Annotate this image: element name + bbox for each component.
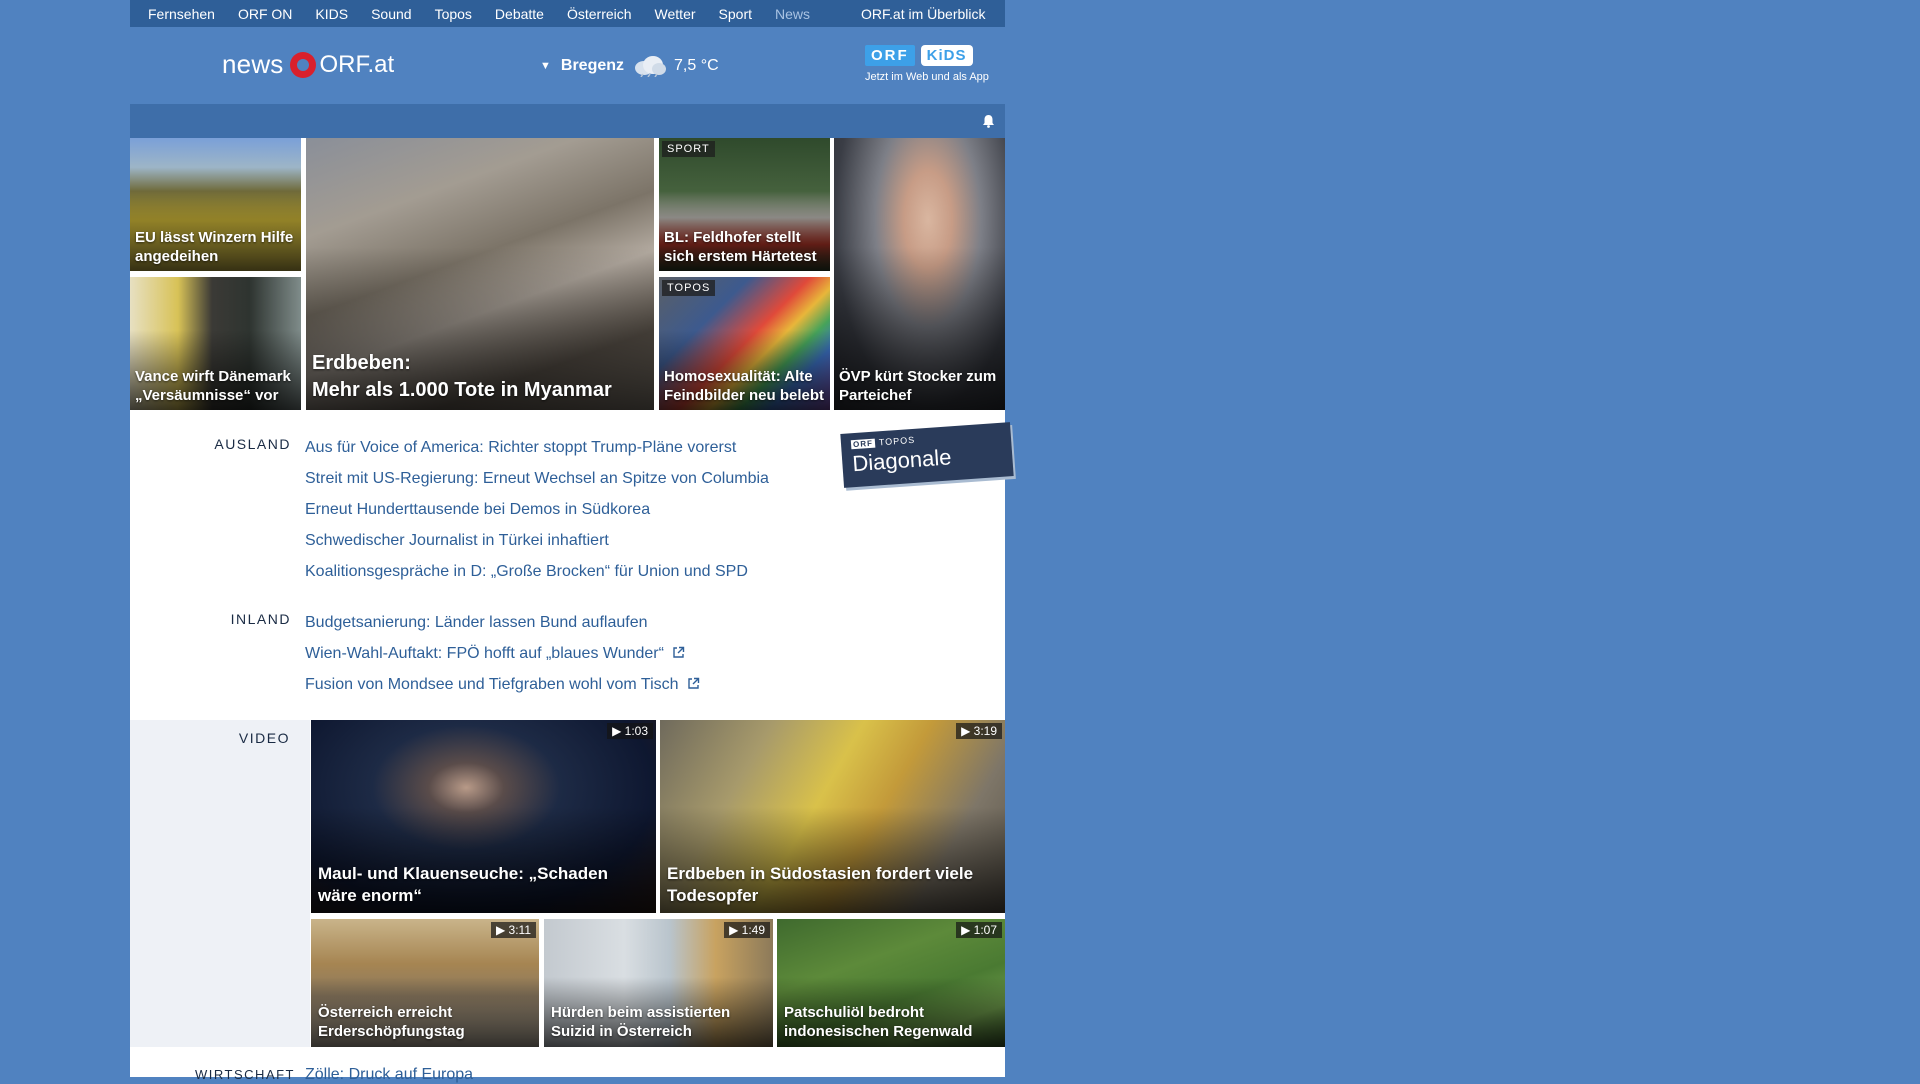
orf-kids-promo[interactable]: ORF KiDS Jetzt im Web und als App	[865, 45, 1005, 83]
headline-link[interactable]: Budgetsanierung: Länder lassen Bund aufl…	[305, 607, 700, 638]
video-tile-erdbeben[interactable]: ▶ 3:19 Erdbeben in Südostasien fordert v…	[660, 720, 1005, 913]
nav-item-overview[interactable]: ORF.at im Überblick	[861, 6, 985, 22]
diagonale-orf: ORF	[850, 438, 876, 449]
orf-ring-icon	[289, 51, 316, 78]
site-header: news ORF.at ▼ Bregenz 7,5 °C ORF KiDS Je…	[130, 27, 1005, 104]
headline-link[interactable]: Zölle: Druck auf Europa	[305, 1066, 473, 1084]
nav-item-kids[interactable]: KIDS	[315, 6, 348, 22]
teaser-homosexualitaet[interactable]: TOPOS Homosexualität: Alte Feindbilder n…	[659, 277, 830, 410]
logo-news-text: news	[222, 49, 284, 79]
logo-orfat-text: ORF.at	[319, 50, 395, 78]
teaser-caption: ÖVP kürt Stocker zum Parteichef	[839, 368, 997, 404]
video-duration: ▶ 1:07	[956, 922, 1002, 938]
video-tile-erderschoepfung[interactable]: ▶ 3:11 Österreich erreicht Erderschöpfun…	[311, 919, 539, 1047]
video-duration: ▶ 3:11	[490, 922, 536, 938]
headline-link[interactable]: Schwedischer Journalist in Türkei inhaft…	[305, 525, 769, 556]
category-tag: TOPOS	[662, 280, 716, 296]
video-tile-patschuli[interactable]: ▶ 1:07 Patschuliöl bedroht indonesischen…	[777, 919, 1005, 1047]
category-tag: SPORT	[662, 141, 715, 157]
headline-link[interactable]: Wien-Wahl-Auftakt: FPÖ hofft auf „blaues…	[305, 638, 700, 669]
section-label: VIDEO	[238, 730, 290, 746]
section-label: INLAND	[230, 611, 291, 627]
nav-item-debatte[interactable]: Debatte	[495, 6, 544, 22]
headline-list: Budgetsanierung: Länder lassen Bund aufl…	[305, 607, 700, 700]
teaser-caption-line2: Mehr als 1.000 Tote in Myanmar	[312, 379, 612, 401]
next-section: WIRTSCHAFT Zölle: Druck auf Europa	[130, 1047, 1005, 1083]
teaser-stocker[interactable]: ÖVP kürt Stocker zum Parteichef	[834, 138, 1005, 410]
headline-list: Aus für Voice of America: Richter stoppt…	[305, 432, 769, 587]
headline-text: Budgetsanierung: Länder lassen Bund aufl…	[305, 614, 648, 631]
section-inland: INLAND Budgetsanierung: Länder lassen Bu…	[130, 607, 1005, 700]
headline-link[interactable]: Koalitionsgespräche in D: „Große Brocken…	[305, 556, 769, 587]
teaser-caption: Erdbeben: Mehr als 1.000 Tote in Myanmar	[312, 350, 649, 404]
teaser-erdbeben[interactable]: Erdbeben: Mehr als 1.000 Tote in Myanmar	[306, 138, 654, 410]
nav-item-sound[interactable]: Sound	[371, 6, 411, 22]
headline-link[interactable]: Streit mit US-Regierung: Erneut Wechsel …	[305, 463, 769, 494]
video-duration: ▶ 3:19	[956, 723, 1002, 739]
video-caption: Hürden beim assistierten Suizid in Öster…	[551, 1004, 731, 1040]
headline-link[interactable]: Aus für Voice of America: Richter stoppt…	[305, 432, 769, 463]
page-column: Fernsehen ORF ON KIDS Sound Topos Debatt…	[130, 0, 1014, 1083]
nav-item-orf-on[interactable]: ORF ON	[238, 6, 292, 22]
duration-text: 1:49	[741, 923, 765, 937]
duration-text: 3:19	[973, 724, 997, 738]
video-caption: Erdbeben in Südostasien fordert viele To…	[667, 864, 974, 905]
top-navigation: Fernsehen ORF ON KIDS Sound Topos Debatt…	[130, 0, 1005, 27]
teaser-caption: EU lässt Winzern Hilfe angedeihen	[135, 229, 294, 265]
teaser-caption: Vance wirft Dänemark „Versäumnisse“ vor	[135, 368, 291, 404]
duration-text: 1:07	[973, 923, 997, 937]
kids-orf-badge: ORF	[865, 45, 915, 66]
weather-city: Bregenz	[560, 57, 625, 74]
headline-link[interactable]: Fusion von Mondsee und Tiefgraben wohl v…	[305, 669, 700, 700]
weather-temperature: 7,5 °C	[674, 57, 719, 74]
section-label: AUSLAND	[214, 436, 291, 452]
nav-item-sport[interactable]: Sport	[719, 6, 752, 22]
teaser-feldhofer[interactable]: SPORT BL: Feldhofer stellt sich erstem H…	[659, 138, 830, 271]
teaser-caption: BL: Feldhofer stellt sich erstem Härtete…	[664, 229, 817, 265]
teaser-caption-line1: Erdbeben:	[312, 352, 411, 374]
teaser-vance[interactable]: Vance wirft Dänemark „Versäumnisse“ vor	[130, 277, 301, 410]
video-caption: Maul- und Klauenseuche: „Schaden wäre en…	[318, 864, 608, 905]
external-link-icon	[687, 677, 699, 689]
video-duration: ▶ 1:03	[607, 723, 653, 739]
kids-badges: ORF KiDS	[865, 45, 1005, 66]
teaser-caption: Homosexualität: Alte Feindbilder neu bel…	[664, 368, 825, 404]
sub-bar	[130, 104, 1005, 138]
headlines-section: AUSLAND Aus für Voice of America: Richte…	[130, 410, 1014, 720]
diagonale-topos: TOPOS	[878, 434, 916, 448]
headline-link[interactable]: Erneut Hunderttausende bei Demos in Südk…	[305, 494, 769, 525]
nav-item-topos[interactable]: Topos	[435, 6, 472, 22]
nav-item-wetter[interactable]: Wetter	[655, 6, 696, 22]
video-sidebar	[130, 720, 310, 1047]
video-tile-suizid[interactable]: ▶ 1:49 Hürden beim assistierten Suizid i…	[544, 919, 773, 1047]
nav-item-oesterreich[interactable]: Österreich	[567, 6, 632, 22]
nav-item-fernsehen[interactable]: Fernsehen	[148, 6, 215, 22]
kids-tagline: Jetzt im Web und als App	[865, 71, 989, 83]
nav-item-news[interactable]: News	[775, 6, 810, 22]
headline-text: Fusion von Mondsee und Tiefgraben wohl v…	[305, 676, 679, 693]
teaser-winzer[interactable]: EU lässt Winzern Hilfe angedeihen	[130, 138, 301, 271]
video-caption: Patschuliöl bedroht indonesischen Regenw…	[784, 1004, 973, 1040]
headline-text: Wien-Wahl-Auftakt: FPÖ hofft auf „blaues…	[305, 645, 664, 662]
external-link-icon	[673, 646, 685, 658]
video-tile-maul[interactable]: ▶ 1:03 Maul- und Klauenseuche: „Schaden …	[311, 720, 656, 913]
video-section: VIDEO ▶ 1:03 Maul- und Klauenseuche: „Sc…	[130, 720, 1005, 1047]
video-duration: ▶ 1:49	[724, 922, 770, 938]
cloud-rain-icon	[635, 56, 667, 77]
weather-widget[interactable]: ▼ Bregenz 7,5 °C	[540, 55, 719, 77]
bell-icon[interactable]	[982, 114, 995, 128]
kids-label-badge: KiDS	[920, 45, 973, 66]
duration-text: 3:11	[508, 923, 531, 937]
video-caption: Österreich erreicht Erderschöpfungstag	[318, 1004, 465, 1040]
teaser-grid: EU lässt Winzern Hilfe angedeihen Vance …	[130, 138, 1005, 410]
news-orf-logo[interactable]: news ORF.at	[222, 49, 394, 80]
caret-down-icon: ▼	[540, 60, 551, 72]
duration-text: 1:03	[624, 724, 648, 738]
